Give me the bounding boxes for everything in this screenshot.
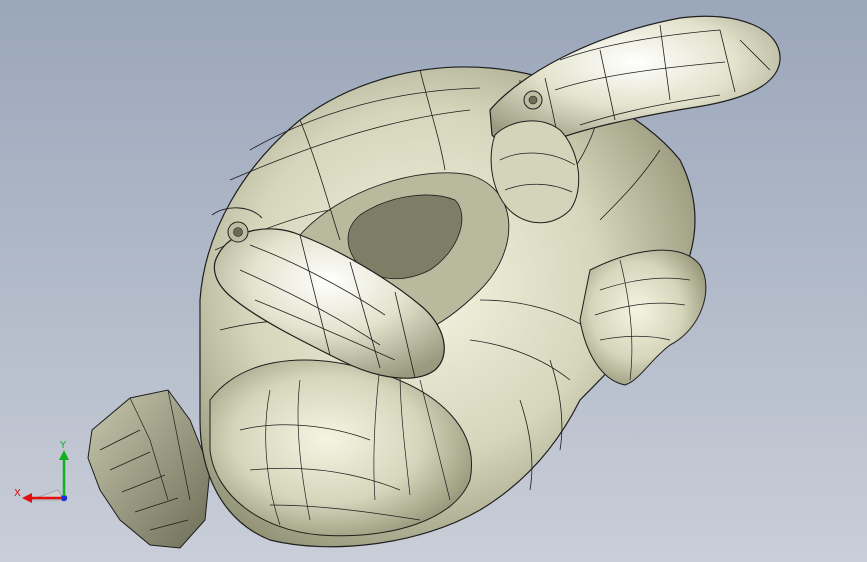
3d-model-part[interactable] (0, 0, 867, 562)
model-right-limb (579, 249, 707, 386)
z-axis-icon (29, 489, 68, 502)
y-axis-icon (59, 450, 69, 496)
x-axis-label: X (14, 488, 21, 499)
orientation-triad: Y X (14, 440, 69, 503)
y-axis-label: Y (59, 440, 67, 451)
cad-graphics-viewport[interactable]: Y X (0, 0, 867, 562)
model-claw-left (87, 389, 211, 549)
